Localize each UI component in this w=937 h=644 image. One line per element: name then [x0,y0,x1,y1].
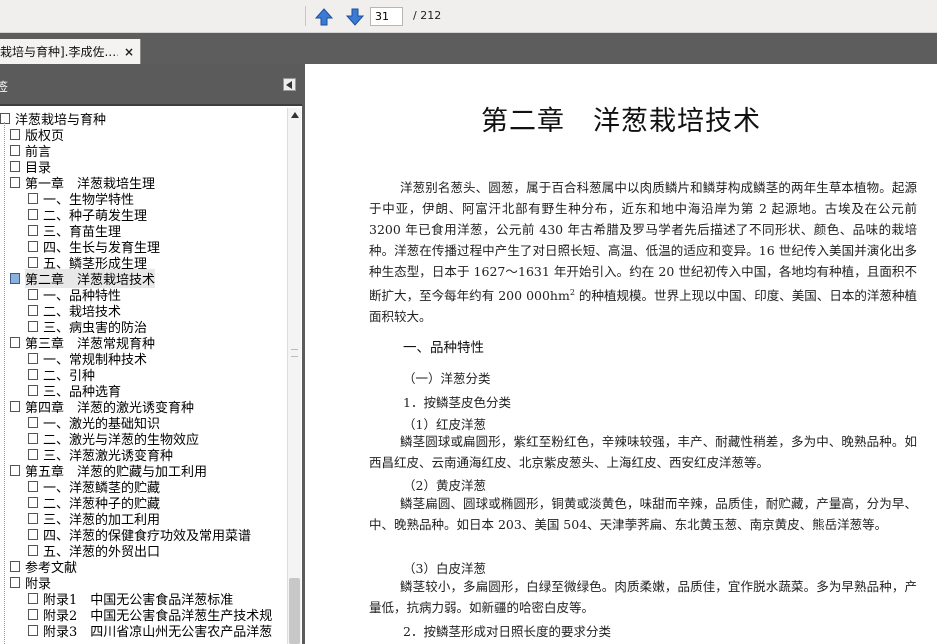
bookmark-icon [28,512,38,524]
bookmark-icon [28,544,38,556]
bookmark-icon [28,608,38,620]
bookmark-icon [10,464,20,476]
bookmark-icon [28,224,38,236]
bookmark-icon [0,112,10,124]
bookmark-icon [10,160,20,172]
bookmarks-panel-header: 签 [0,64,302,106]
triangle-left-icon [286,80,292,89]
bookmark-icon [28,624,38,636]
bookmark-label: 附录3 四川省凉山州无公害农产品洋葱 [43,624,273,640]
bookmark-icon [28,288,38,300]
bookmark-icon [28,208,38,220]
bookmark-icon [28,496,38,508]
chapter-title: 第二章 洋葱栽培技术 [481,106,761,137]
previous-page-button[interactable] [313,6,335,28]
bookmark-icon [28,320,38,332]
section-heading: 一、品种特性 [403,340,484,356]
next-page-button[interactable] [344,6,366,28]
white-onion-heading: （3）白皮洋葱 [403,561,486,576]
toolbar-separator [305,6,306,26]
scroll-thumb[interactable] [289,578,300,644]
bookmark-icon [10,576,20,588]
bookmark-icon [10,176,20,188]
bookmark-icon [28,528,38,540]
yellow-onion-paragraph: 鳞茎扁圆、圆球或椭圆形，铜黄或淡黄色，味甜而辛辣，品质佳，耐贮藏，产量高，分为早… [369,496,917,532]
toolbar: 31 / 212 [0,0,937,33]
scroll-grip-icon [291,349,298,357]
bookmark-icon [10,560,20,572]
bookmarks-panel-title: 签 [0,80,9,94]
item-heading: 1．按鳞茎皮色分类 [403,395,511,410]
bookmark-icon [28,480,38,492]
subsection-heading: （一）洋葱分类 [403,371,491,386]
collapse-panel-button[interactable] [283,78,296,91]
bookmark-icon [28,368,38,380]
scroll-up-icon[interactable] [291,112,299,118]
item-heading-2: 2．按鳞茎形成对日照长度的要求分类 [403,624,611,639]
page-total-label: / 212 [413,9,442,22]
intro-paragraph: 洋葱别名葱头、圆葱，属于百合科葱属中以肉质鳞片和鳞芽构成鳞茎的两年生草本植物。起… [369,177,917,325]
page-number-input[interactable]: 31 [370,7,403,26]
arrow-up-icon [314,8,334,26]
bookmark-icon [10,336,20,348]
bookmark-scrollbar[interactable] [287,108,301,644]
close-tab-icon[interactable]: × [124,45,134,59]
bookmark-icon [28,432,38,444]
bookmark-icon [10,128,20,140]
red-onion-paragraph: 鳞茎圆球或扁圆形，紫红至粉红色，辛辣味较强，丰产、耐藏性稍差，多为中、晚熟品种。… [369,434,917,470]
bookmark-icon [28,256,38,268]
document-tab-title: 栽培与育种].李成佐.… [0,45,118,59]
bookmark-icon [28,384,38,396]
bookmark-icon [28,448,38,460]
bookmark-item[interactable]: 附录3 四川省凉山州无公害农产品洋葱 [28,622,273,640]
bookmark-icon [28,192,38,204]
white-onion-paragraph: 鳞茎较小，多扁圆形，白绿至微绿色。肉质柔嫩，品质佳，宜作脱水蔬菜。多为早熟品种，… [369,579,917,615]
bookmark-icon [28,416,38,428]
yellow-onion-heading: （2）黄皮洋葱 [403,478,486,493]
bookmark-icon [28,240,38,252]
document-tab-bar: 栽培与育种].李成佐.… × [0,33,937,64]
document-tab[interactable]: 栽培与育种].李成佐.… × [0,39,141,64]
tree-connector [4,122,5,644]
intro-text: 洋葱别名葱头、圆葱，属于百合科葱属中以肉质鳞片和鳞芽构成鳞茎的两年生草本植物。起… [369,180,917,304]
document-page: 第二章 洋葱栽培技术 洋葱别名葱头、圆葱，属于百合科葱属中以肉质鳞片和鳞芽构成鳞… [305,64,937,644]
arrow-down-icon [345,8,365,26]
bookmark-icon [28,352,38,364]
bookmark-icon [28,592,38,604]
bookmark-icon [10,144,20,156]
bookmark-icon [10,272,20,284]
bookmark-icon [28,304,38,316]
bookmark-tree: 洋葱栽培与育种 版权页 前言 目录 第一章 洋葱栽培生理 一、生物学特性 二、种子萌发生理三… [0,108,287,644]
bookmark-icon [10,400,20,412]
